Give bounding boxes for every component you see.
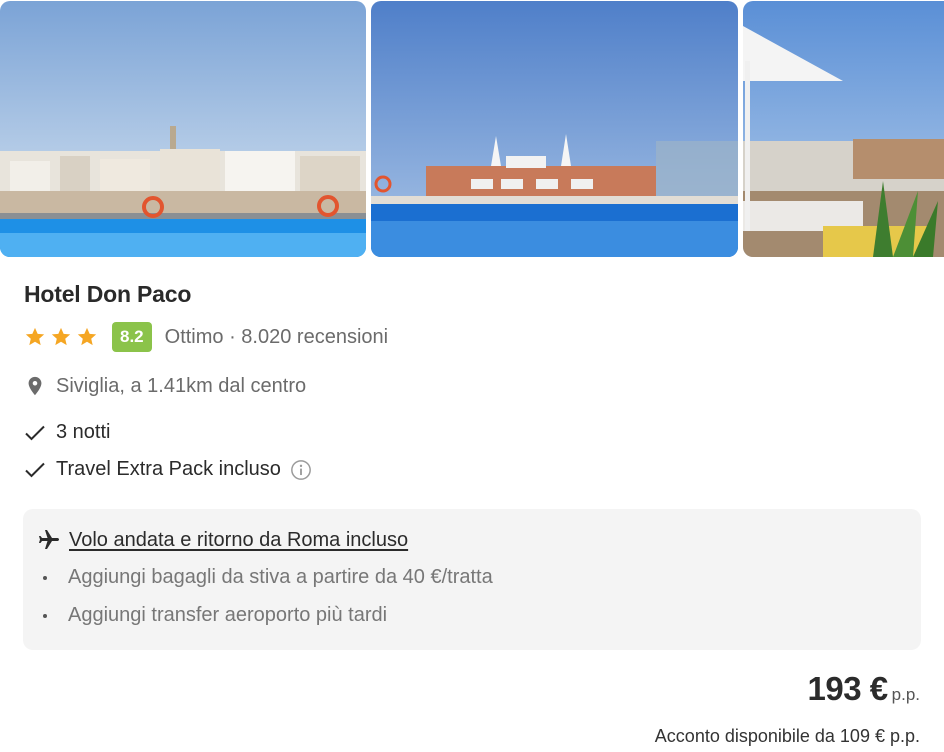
feature-travel-pack: Travel Extra Pack incluso [24,458,312,481]
hotel-photo-1[interactable] [0,1,366,257]
flight-info-link[interactable]: Volo andata e ritorno da Roma incluso [69,529,408,552]
photo-gallery[interactable] [0,0,944,257]
hotel-photo-2[interactable] [371,1,738,257]
location-row: Siviglia, a 1.41km dal centro [24,374,306,398]
star-icon [51,327,71,346]
hotel-name[interactable]: Hotel Don Paco [24,281,191,308]
price-block: 193 € p.p. [808,670,920,708]
flight-extra-text: Aggiungi bagagli da stiva a partire da 4… [68,566,493,588]
flight-extra-transfer: Aggiungi transfer aeroporto più tardi [43,604,387,627]
rating-row: 8.2 Ottimo · 8.020 recensioni [24,321,388,353]
bullet-dot [43,575,47,580]
flight-header: Volo andata e ritorno da Roma incluso [37,528,408,552]
star-icon [25,327,45,346]
feature-label: 3 notti [56,421,111,443]
star-icon [77,327,97,346]
check-icon [25,462,45,477]
flight-extra-baggage: Aggiungi bagagli da stiva a partire da 4… [43,566,493,589]
info-icon[interactable] [290,459,312,481]
flight-box: Volo andata e ritorno da Roma incluso Ag… [23,509,921,650]
flight-extra-text: Aggiungi transfer aeroporto più tardi [68,604,388,626]
feature-nights: 3 notti [24,421,110,444]
bullet-dot [43,613,47,618]
location-pin-icon [28,376,42,396]
deposit-note: Acconto disponibile da 109 € p.p. [654,726,920,746]
hotel-photo-3[interactable] [743,1,944,257]
hotel-stars [24,326,98,348]
check-icon [25,425,45,440]
location-text: Siviglia, a 1.41km dal centro [56,374,307,397]
feature-label: Travel Extra Pack incluso [56,458,281,480]
airplane-icon [39,530,59,549]
price-unit: p.p. [891,685,920,704]
price-value: 193 € [807,670,889,707]
score-badge: 8.2 [112,322,152,352]
review-summary[interactable]: Ottimo · 8.020 recensioni [165,326,388,349]
